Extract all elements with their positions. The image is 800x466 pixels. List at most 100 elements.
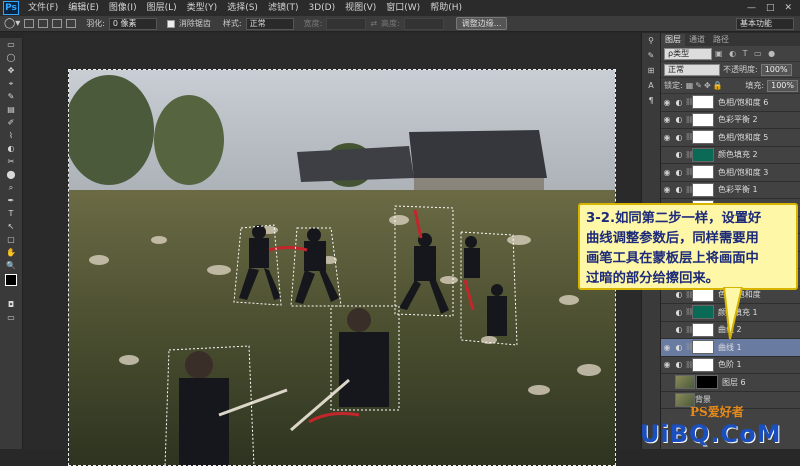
visibility-eye-icon[interactable]: ◉: [661, 185, 673, 194]
menu-layer[interactable]: 图层(L): [142, 0, 182, 16]
path-selection-tool-icon[interactable]: ↖: [0, 220, 22, 233]
layer-mask-thumbnail[interactable]: [692, 147, 714, 162]
callout-line-1: 3-2.如同第二步一样，设置好: [586, 211, 762, 226]
intersect-selection-icon[interactable]: [66, 19, 77, 28]
brush-panel-icon[interactable]: ✎: [642, 48, 660, 63]
layer-filter-select[interactable]: ρ类型: [664, 47, 712, 60]
menu-type[interactable]: 类型(Y): [182, 0, 223, 16]
height-input[interactable]: [403, 17, 444, 30]
clone-source-icon[interactable]: ⊞: [642, 63, 660, 78]
layer-row[interactable]: ◉ ◐ ⛓ 色相/饱和度 3: [661, 164, 800, 182]
subtract-selection-icon[interactable]: [52, 19, 63, 28]
layer-row[interactable]: ◉ ◐ ⛓ 色相/饱和度 6: [661, 94, 800, 112]
tab-paths[interactable]: 路径: [709, 34, 733, 46]
rectangle-tool-icon[interactable]: ▢: [0, 233, 22, 246]
layer-row[interactable]: ◉ ◐ ⛓ 色彩平衡 1: [661, 182, 800, 199]
menu-file[interactable]: 文件(F): [23, 0, 63, 16]
layer-row[interactable]: 图层 6: [661, 374, 800, 392]
zoom-tool-icon[interactable]: 🔍: [0, 259, 22, 272]
crop-tool-icon[interactable]: ▤: [0, 103, 22, 116]
blend-mode-select[interactable]: 正常: [664, 63, 720, 76]
tab-layers[interactable]: 图层: [661, 34, 685, 46]
layer-name: 色彩平衡 1: [718, 185, 758, 195]
visibility-eye-icon[interactable]: ◉: [661, 115, 673, 124]
menu-filter[interactable]: 滤镜(T): [263, 0, 304, 16]
layer-row[interactable]: ◉ ◐ ⛓ 色彩平衡 2: [661, 112, 800, 129]
style-select[interactable]: 正常: [245, 17, 294, 30]
dodge-tool-icon[interactable]: ⌕: [0, 181, 22, 194]
color-swatches[interactable]: [0, 272, 22, 298]
layer-mask-thumbnail[interactable]: [692, 182, 714, 197]
type-tool-icon[interactable]: T: [0, 207, 22, 220]
history-icon[interactable]: ⚲: [642, 33, 660, 48]
move-tool-icon[interactable]: ▭: [0, 38, 22, 51]
layer-mask-thumbnail[interactable]: [692, 165, 714, 180]
width-input[interactable]: [326, 17, 367, 30]
layer-row[interactable]: ◐ ⛓ 颜色填充 2: [661, 147, 800, 164]
tools-panel: ▭ ◯ ✥ ⌖ ✎ ▤ ✐ ⌇ ◐ ✂ ⬤ ⌕ ✒ T ↖ ▢ ✋ 🔍 ◘ ▭: [0, 38, 23, 449]
link-icon: ⛓: [685, 98, 694, 107]
brush-tool-icon[interactable]: ⌇: [0, 129, 22, 142]
pen-tool-icon[interactable]: ✒: [0, 194, 22, 207]
close-button[interactable]: ✕: [784, 3, 792, 13]
layer-row[interactable]: ◉ ◐ ⛓ 色阶 1: [661, 357, 800, 374]
lasso-tool-icon[interactable]: ✥: [0, 64, 22, 77]
adjustment-layer-icon: ◐: [675, 325, 683, 335]
link-icon: ⛓: [685, 308, 694, 317]
layer-mask-thumbnail[interactable]: [692, 305, 714, 320]
menu-3d[interactable]: 3D(D): [303, 0, 340, 16]
add-selection-icon[interactable]: [38, 19, 49, 28]
blend-row: 正常 不透明度: 100%: [661, 62, 800, 78]
foreground-color-swatch[interactable]: [5, 274, 17, 286]
layer-mask-thumbnail[interactable]: [692, 130, 714, 145]
eyedropper-tool-icon[interactable]: ✎: [0, 90, 22, 103]
fill-input[interactable]: 100%: [767, 79, 798, 92]
visibility-eye-icon[interactable]: ◉: [661, 360, 673, 369]
document-canvas[interactable]: [23, 33, 640, 466]
visibility-eye-icon[interactable]: ◉: [661, 168, 673, 177]
healing-brush-tool-icon[interactable]: ✐: [0, 116, 22, 129]
menu-window[interactable]: 窗口(W): [381, 0, 425, 16]
layer-mask-thumbnail[interactable]: [692, 95, 714, 110]
swap-icon[interactable]: ⇄: [370, 19, 377, 28]
minimize-button[interactable]: —: [747, 3, 756, 13]
layer-mask-thumbnail[interactable]: [692, 322, 714, 337]
menu-view[interactable]: 视图(V): [340, 0, 381, 16]
feather-input[interactable]: 0 像素: [108, 17, 157, 30]
character-icon[interactable]: A: [642, 78, 660, 93]
new-selection-icon[interactable]: [24, 19, 35, 28]
menu-edit[interactable]: 编辑(E): [63, 0, 104, 16]
opacity-input[interactable]: 100%: [760, 63, 792, 76]
photo-image[interactable]: [68, 69, 616, 466]
maximize-button[interactable]: □: [766, 3, 775, 13]
lock-icons[interactable]: ▦✎✥🔒: [686, 81, 725, 90]
quick-mask-icon[interactable]: ◘: [0, 298, 22, 311]
menu-help[interactable]: 帮助(H): [425, 0, 467, 16]
clone-stamp-tool-icon[interactable]: ◐: [0, 142, 22, 155]
refine-edge-button[interactable]: 调整边缘...: [455, 17, 508, 30]
layer-mask-thumbnail[interactable]: [692, 357, 714, 372]
marquee-preset-icon[interactable]: ◯▾: [4, 18, 20, 29]
visibility-eye-icon[interactable]: ◉: [661, 343, 673, 352]
gradient-tool-icon[interactable]: ⬤: [0, 168, 22, 181]
hand-tool-icon[interactable]: ✋: [0, 246, 22, 259]
elliptical-marquee-tool-icon[interactable]: ◯: [0, 51, 22, 64]
tab-channels[interactable]: 通道: [685, 34, 709, 46]
visibility-eye-icon[interactable]: ◉: [661, 133, 673, 142]
visibility-eye-icon[interactable]: ◉: [661, 98, 673, 107]
antialias-checkbox[interactable]: [166, 19, 175, 28]
quick-selection-tool-icon[interactable]: ⌖: [0, 77, 22, 90]
screen-mode-icon[interactable]: ▭: [0, 311, 22, 324]
paragraph-icon[interactable]: ¶: [642, 93, 660, 108]
layer-mask-thumbnail[interactable]: [692, 112, 714, 127]
workspace-select[interactable]: 基本功能: [736, 17, 794, 30]
link-icon: ⛓: [685, 343, 694, 352]
layer-name: 色相/饱和度 5: [718, 132, 769, 142]
layer-mask-thumbnail[interactable]: [692, 340, 714, 355]
layer-row[interactable]: ◉ ◐ ⛓ 色相/饱和度 5: [661, 129, 800, 147]
menu-select[interactable]: 选择(S): [222, 0, 263, 16]
filter-icons[interactable]: ▣ ◐ T ▭ ●: [715, 49, 777, 58]
layer-mask-thumbnail[interactable]: [696, 375, 718, 390]
eraser-tool-icon[interactable]: ✂: [0, 155, 22, 168]
menu-image[interactable]: 图像(I): [104, 0, 142, 16]
